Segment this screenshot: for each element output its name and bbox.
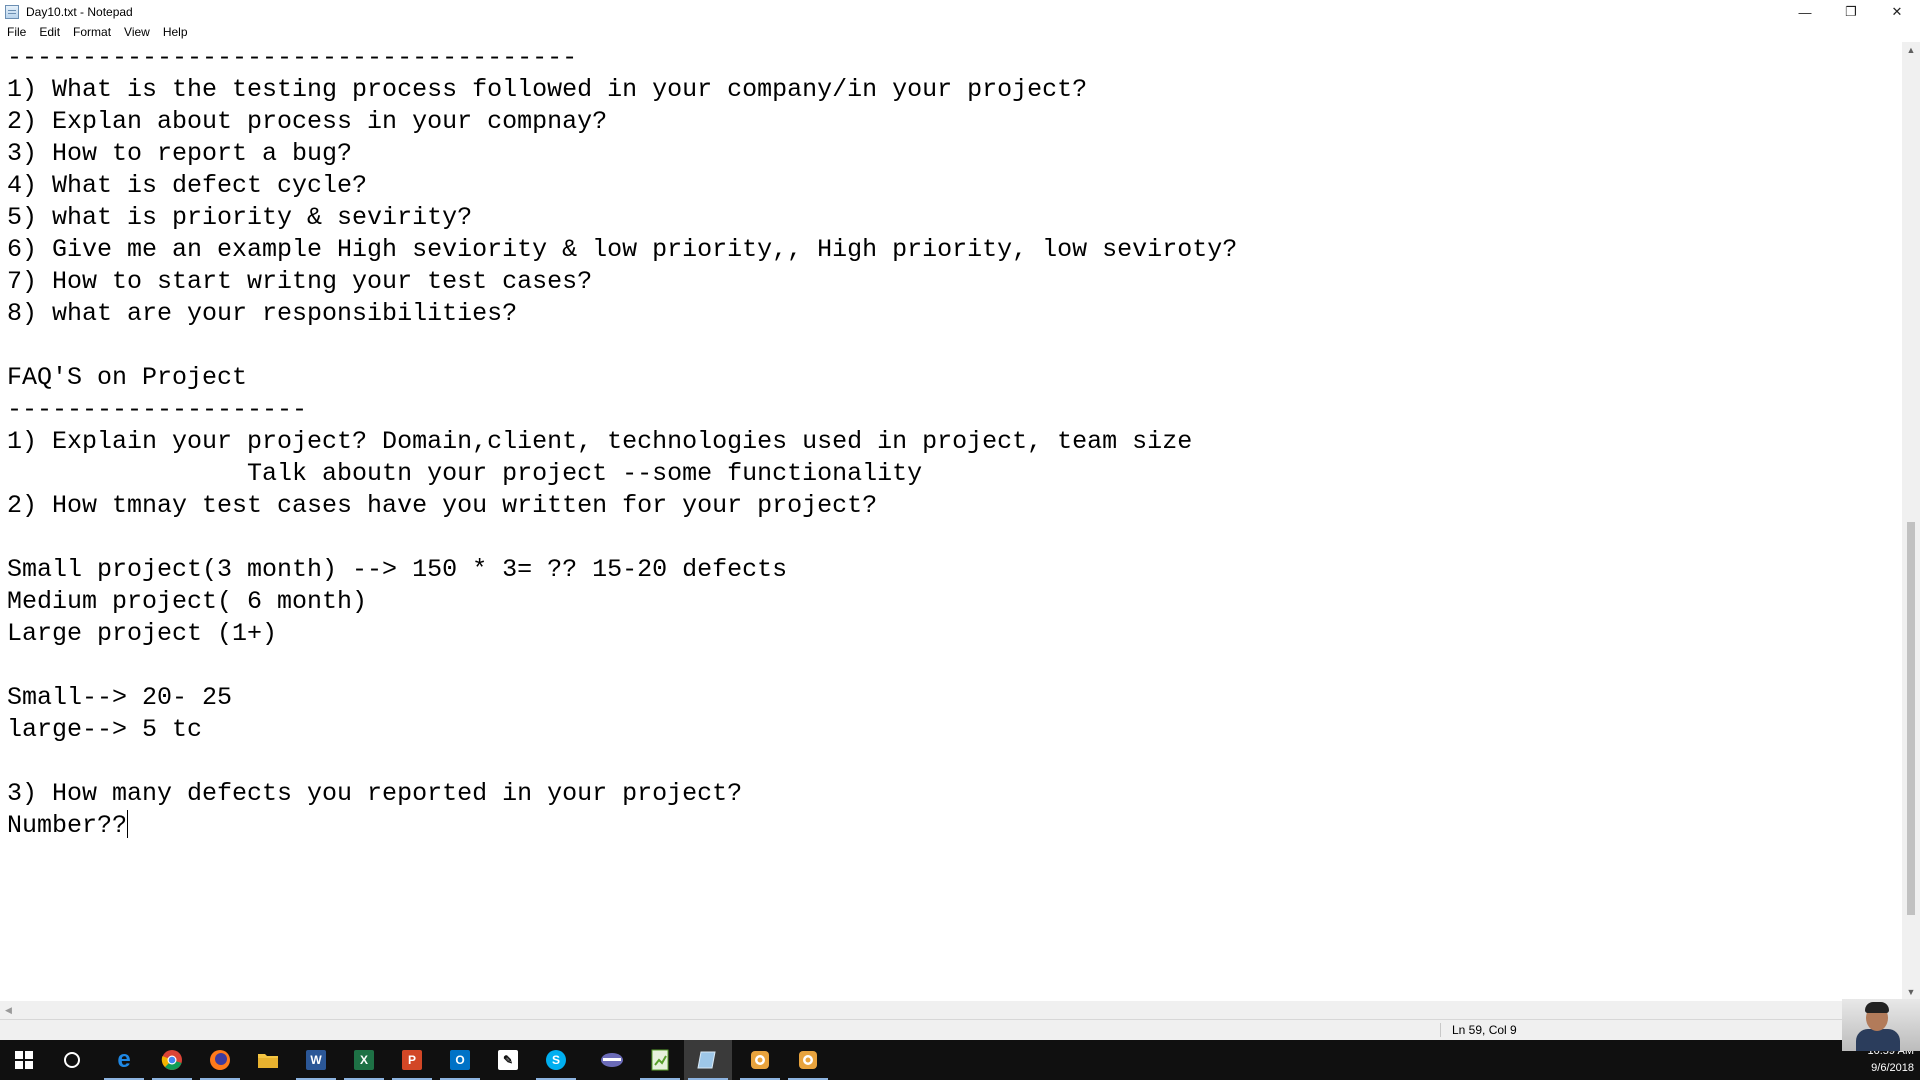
webcam-overlay: [1842, 999, 1920, 1051]
editor-line: --------------------: [7, 395, 308, 424]
minimize-icon: —: [1798, 4, 1812, 20]
editor-line: 7) How to start writng your test cases?: [7, 267, 593, 296]
status-divider: [1440, 1023, 1441, 1037]
editor-line: 8) what are your responsibilities?: [7, 299, 518, 328]
notepad-icon: [5, 5, 19, 19]
camtasia-app-1[interactable]: [736, 1040, 784, 1080]
notepad-icon: [697, 1051, 716, 1069]
outlook-app[interactable]: O: [436, 1040, 484, 1080]
scroll-up-icon[interactable]: ▲: [1902, 42, 1920, 59]
word-app[interactable]: W: [292, 1040, 340, 1080]
skype-icon: S: [546, 1050, 566, 1070]
editor-content[interactable]: -------------------------------------- 1…: [0, 42, 1902, 842]
camtasia-icon: [799, 1051, 817, 1069]
editor-line: 3) How many defects you reported in your…: [7, 779, 743, 808]
menu-help[interactable]: Help: [156, 25, 194, 39]
word-icon: W: [306, 1050, 326, 1070]
editor-line: Large project (1+): [7, 619, 278, 648]
editor-line: large--> 5 tc: [7, 715, 203, 744]
presenter-torso: [1856, 1029, 1900, 1051]
folder-icon: [258, 1054, 278, 1068]
windows-logo-icon: [15, 1051, 33, 1069]
minimize-button[interactable]: —: [1782, 0, 1828, 24]
chrome-icon: [161, 1050, 182, 1070]
spreadsheet-icon: [651, 1049, 669, 1071]
text-editor[interactable]: -------------------------------------- 1…: [0, 42, 1902, 1001]
editor-line: 2) Explan about process in your compnay?: [7, 107, 608, 136]
horizontal-scrollbar[interactable]: ◀ ▶: [0, 1001, 1902, 1019]
vertical-scrollbar[interactable]: ▲ ▼: [1902, 42, 1920, 1001]
editor-line: Medium project( 6 month): [7, 587, 368, 616]
editor-line: 1) What is the testing process followed …: [7, 75, 1088, 104]
taskbar: e W X P O ✎ S 10:59 AM 9/6/2018: [0, 1040, 1920, 1080]
firefox-app[interactable]: [196, 1040, 244, 1080]
menu-file[interactable]: File: [0, 25, 32, 39]
presenter-hair: [1865, 1002, 1889, 1013]
vertical-scroll-thumb[interactable]: [1907, 522, 1915, 915]
cursor-position: Ln 59, Col 9: [1452, 1023, 1517, 1037]
edge-icon: e: [117, 1046, 131, 1073]
window-title: Day10.txt - Notepad: [26, 5, 133, 19]
excel-app[interactable]: X: [340, 1040, 388, 1080]
firefox-icon: [210, 1050, 230, 1070]
editor-line: 2) How tmnay test cases have you written…: [7, 491, 878, 520]
text-caret: [127, 810, 129, 838]
excel-icon: X: [354, 1050, 374, 1070]
editor-line: Small project(3 month) --> 150 * 3= ?? 1…: [7, 555, 788, 584]
editor-line: --------------------------------------: [7, 43, 578, 72]
camtasia-icon: [751, 1051, 769, 1069]
editor-line: Number??: [7, 811, 128, 840]
menu-view[interactable]: View: [117, 25, 156, 39]
restore-icon: ❐: [1845, 4, 1857, 19]
restore-button[interactable]: ❐: [1828, 0, 1874, 24]
powerpoint-icon: P: [402, 1050, 422, 1070]
status-bar: Ln 59, Col 9: [0, 1019, 1920, 1040]
spreadsheet-app[interactable]: [636, 1040, 684, 1080]
close-button[interactable]: ✕: [1874, 0, 1920, 24]
camtasia-app-2[interactable]: [784, 1040, 832, 1080]
editor-line: 5) what is priority & sevirity?: [7, 203, 473, 232]
editor-line: 1) Explain your project? Domain,client, …: [7, 427, 1193, 456]
pen-icon: ✎: [498, 1050, 518, 1070]
editor-line: FAQ'S on Project: [7, 363, 248, 392]
notepad-app[interactable]: [684, 1040, 732, 1080]
drive-icon: [601, 1053, 623, 1067]
clock-date: 9/6/2018: [1871, 1062, 1914, 1074]
scroll-left-icon[interactable]: ◀: [0, 1001, 17, 1019]
file-explorer-app[interactable]: [244, 1040, 292, 1080]
editor-line: 3) How to report a bug?: [7, 139, 353, 168]
close-icon: ✕: [1891, 4, 1903, 19]
skype-app[interactable]: S: [532, 1040, 580, 1080]
search-circle-icon: [64, 1052, 80, 1068]
chrome-app[interactable]: [148, 1040, 196, 1080]
window-controls: — ❐ ✕: [1782, 0, 1920, 24]
powerpoint-app[interactable]: P: [388, 1040, 436, 1080]
outlook-icon: O: [450, 1050, 470, 1070]
editor-line: 4) What is defect cycle?: [7, 171, 368, 200]
editor-line: Small--> 20- 25: [7, 683, 233, 712]
generic-app[interactable]: [588, 1040, 636, 1080]
start-button[interactable]: [0, 1040, 48, 1080]
menu-format[interactable]: Format: [66, 25, 117, 39]
sticky-app[interactable]: ✎: [484, 1040, 532, 1080]
menu-bar: File Edit Format View Help: [0, 22, 1920, 42]
cortana-button[interactable]: [48, 1040, 96, 1080]
menu-edit[interactable]: Edit: [32, 25, 66, 39]
editor-line: 6) Give me an example High seviority & l…: [7, 235, 1238, 264]
editor-line: Talk aboutn your project --some function…: [7, 459, 923, 488]
title-bar[interactable]: Day10.txt - Notepad — ❐ ✕: [0, 0, 1920, 24]
edge-app[interactable]: e: [100, 1040, 148, 1080]
